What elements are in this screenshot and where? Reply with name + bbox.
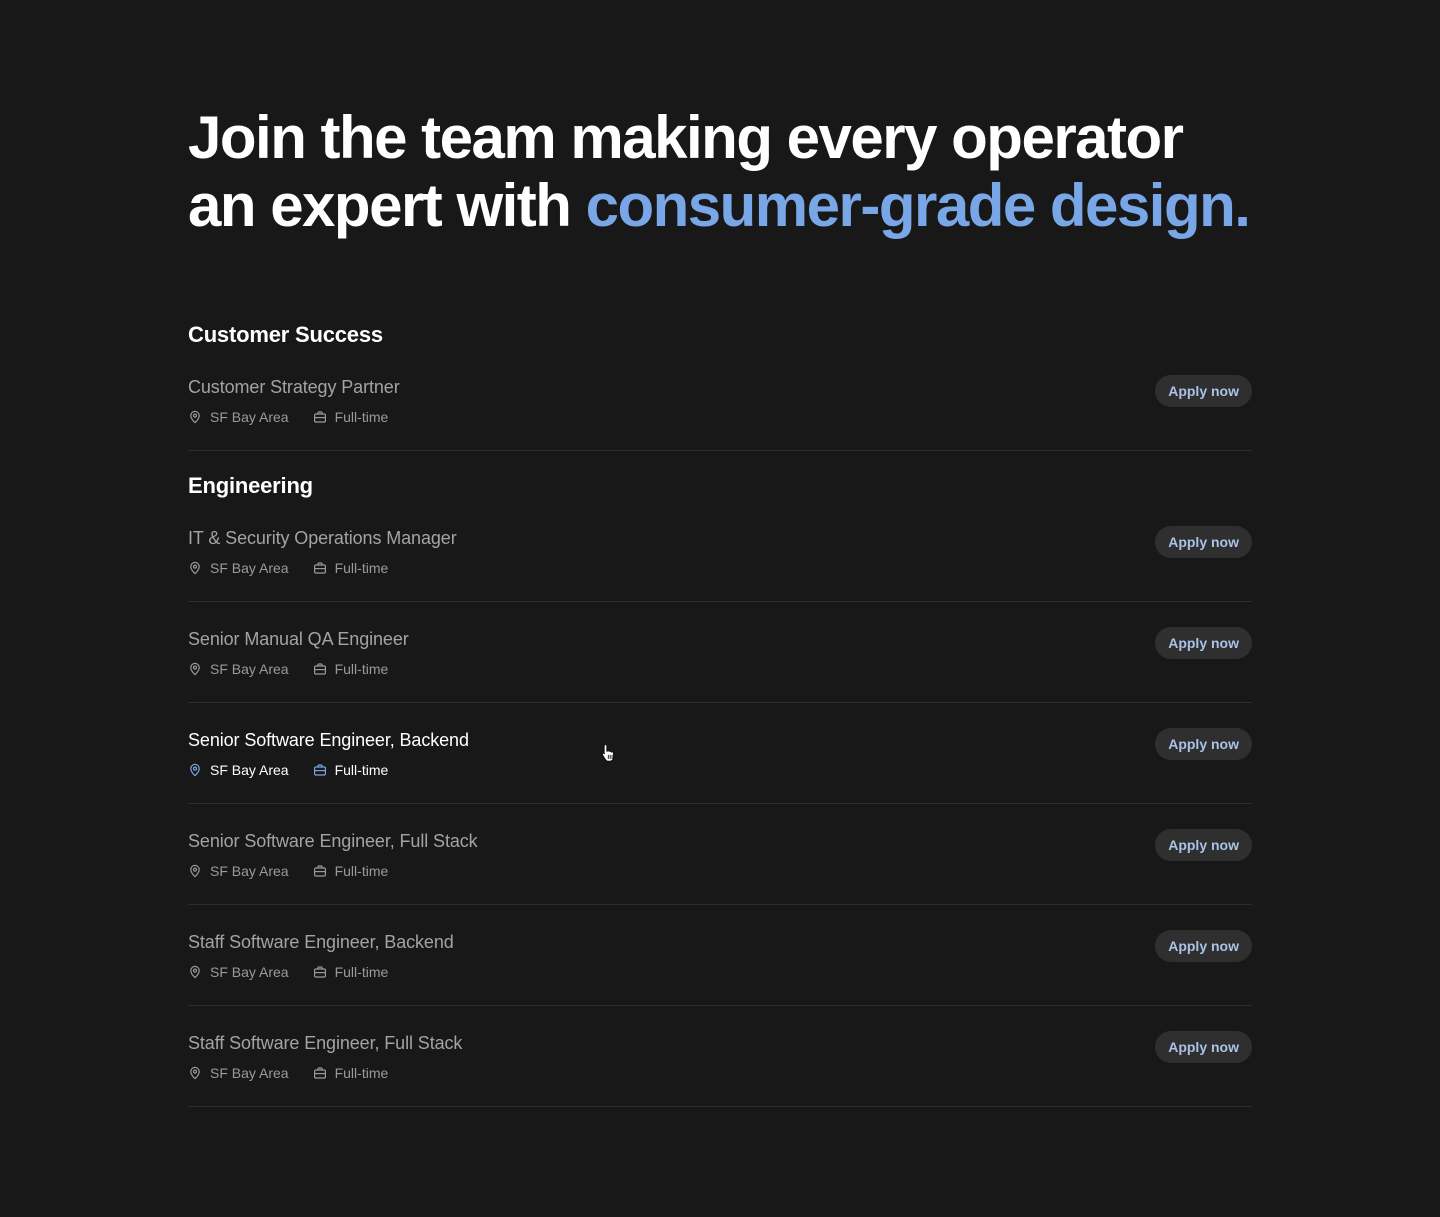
job-location: SF Bay Area xyxy=(188,1065,289,1081)
job-row[interactable]: Customer Strategy Partner SF Bay Area Fu… xyxy=(188,375,1252,451)
map-pin-icon xyxy=(190,410,200,424)
hero-heading: Join the team making every operator an e… xyxy=(188,104,1288,240)
job-location: SF Bay Area xyxy=(188,762,289,778)
map-pin-icon xyxy=(190,965,200,979)
job-location: SF Bay Area xyxy=(188,661,289,677)
apply-now-button[interactable]: Apply now xyxy=(1155,728,1252,760)
job-meta: SF Bay Area Full-time xyxy=(188,862,388,880)
hero-line-1: Join the team making every operator xyxy=(188,104,1184,171)
job-type-text: Full-time xyxy=(334,409,389,425)
job-title[interactable]: Senior Software Engineer, Full Stack xyxy=(188,829,478,853)
briefcase-icon xyxy=(313,764,326,776)
job-location: SF Bay Area xyxy=(188,863,289,879)
job-title[interactable]: Senior Manual QA Engineer xyxy=(188,627,409,651)
job-location-text: SF Bay Area xyxy=(210,661,289,677)
briefcase-icon xyxy=(313,562,326,574)
pointer-hand-icon xyxy=(601,743,615,762)
job-type: Full-time xyxy=(313,1065,389,1081)
job-meta: SF Bay Area Full-time xyxy=(188,963,388,981)
job-location-text: SF Bay Area xyxy=(210,762,289,778)
apply-now-button[interactable]: Apply now xyxy=(1155,829,1252,861)
job-type-text: Full-time xyxy=(334,863,389,879)
job-type: Full-time xyxy=(313,409,389,425)
apply-now-button[interactable]: Apply now xyxy=(1155,627,1252,659)
department-heading-customer-success: Customer Success xyxy=(188,322,383,347)
briefcase-icon xyxy=(313,663,326,675)
job-type-text: Full-time xyxy=(334,661,389,677)
job-title[interactable]: IT & Security Operations Manager xyxy=(188,526,457,550)
job-location-text: SF Bay Area xyxy=(210,560,289,576)
apply-now-button[interactable]: Apply now xyxy=(1155,1031,1252,1063)
job-meta: SF Bay Area Full-time xyxy=(188,408,388,426)
job-type: Full-time xyxy=(313,964,389,980)
job-type-text: Full-time xyxy=(334,560,389,576)
job-title[interactable]: Staff Software Engineer, Backend xyxy=(188,930,454,954)
apply-now-button[interactable]: Apply now xyxy=(1155,375,1252,407)
job-meta: SF Bay Area Full-time xyxy=(188,559,388,577)
job-location-text: SF Bay Area xyxy=(210,409,289,425)
job-location-text: SF Bay Area xyxy=(210,964,289,980)
job-location-text: SF Bay Area xyxy=(210,863,289,879)
job-row[interactable]: Senior Manual QA Engineer SF Bay Area Fu… xyxy=(188,627,1252,703)
job-title[interactable]: Customer Strategy Partner xyxy=(188,375,400,399)
apply-now-button[interactable]: Apply now xyxy=(1155,526,1252,558)
map-pin-icon xyxy=(190,864,200,878)
job-meta: SF Bay Area Full-time xyxy=(188,761,388,779)
job-meta: SF Bay Area Full-time xyxy=(188,660,388,678)
job-location: SF Bay Area xyxy=(188,964,289,980)
job-type-text: Full-time xyxy=(334,1065,389,1081)
job-type: Full-time xyxy=(313,762,389,778)
job-type-text: Full-time xyxy=(334,762,389,778)
job-type: Full-time xyxy=(313,863,389,879)
map-pin-icon xyxy=(190,1066,200,1080)
job-type: Full-time xyxy=(313,560,389,576)
briefcase-icon xyxy=(313,966,326,978)
job-meta: SF Bay Area Full-time xyxy=(188,1064,388,1082)
briefcase-icon xyxy=(313,1067,326,1079)
job-type: Full-time xyxy=(313,661,389,677)
hero-accent-text: consumer-grade design. xyxy=(585,172,1251,239)
job-location-text: SF Bay Area xyxy=(210,1065,289,1081)
job-row[interactable]: IT & Security Operations Manager SF Bay … xyxy=(188,526,1252,602)
hero-line-2: an expert with xyxy=(188,172,586,239)
job-row[interactable]: Staff Software Engineer, Backend SF Bay … xyxy=(188,930,1252,1006)
job-row-hovered[interactable]: Senior Software Engineer, Backend SF Bay… xyxy=(188,728,1252,804)
department-heading-engineering: Engineering xyxy=(188,473,313,498)
briefcase-icon xyxy=(313,411,326,423)
apply-now-button[interactable]: Apply now xyxy=(1155,930,1252,962)
job-location: SF Bay Area xyxy=(188,560,289,576)
job-row[interactable]: Senior Software Engineer, Full Stack SF … xyxy=(188,829,1252,905)
job-location: SF Bay Area xyxy=(188,409,289,425)
map-pin-icon xyxy=(190,763,200,777)
briefcase-icon xyxy=(313,865,326,877)
job-type-text: Full-time xyxy=(334,964,389,980)
job-title[interactable]: Senior Software Engineer, Backend xyxy=(188,728,469,752)
job-row[interactable]: Staff Software Engineer, Full Stack SF B… xyxy=(188,1031,1252,1107)
job-title[interactable]: Staff Software Engineer, Full Stack xyxy=(188,1031,462,1055)
map-pin-icon xyxy=(190,662,200,676)
map-pin-icon xyxy=(190,561,200,575)
